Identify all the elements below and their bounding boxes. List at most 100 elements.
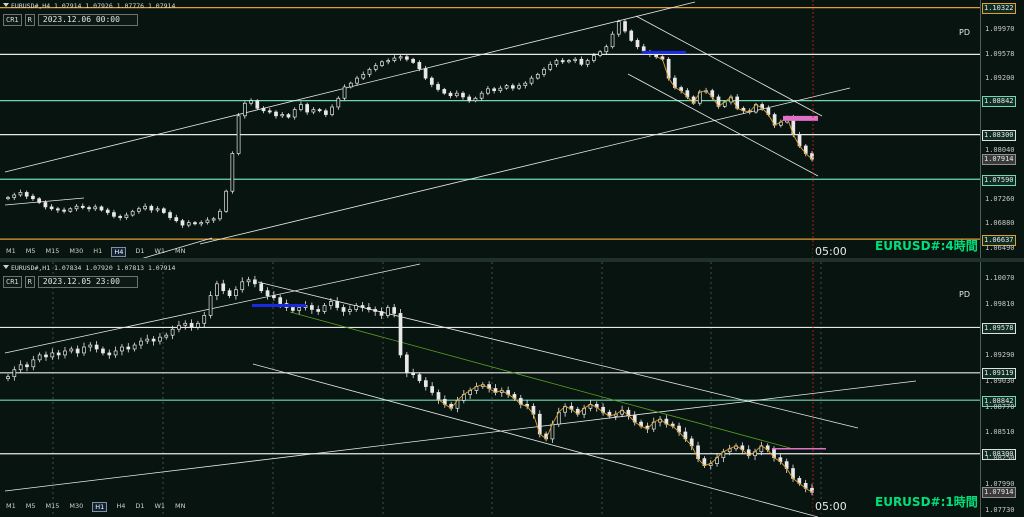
timeframe-button-h4[interactable]: H4 bbox=[115, 502, 126, 512]
r-button[interactable]: R bbox=[24, 276, 35, 288]
candle-body bbox=[386, 60, 391, 63]
candle-body bbox=[429, 77, 434, 85]
candle-body bbox=[234, 289, 238, 296]
candle-body bbox=[246, 279, 251, 283]
candle-body bbox=[69, 348, 74, 352]
candle-body bbox=[112, 212, 116, 217]
candle-body bbox=[579, 58, 584, 65]
price-tick-label: 1.08510 bbox=[985, 428, 1015, 437]
timeframe-button-m5[interactable]: M5 bbox=[25, 247, 37, 257]
timeframe-button-m5[interactable]: M5 bbox=[25, 502, 37, 512]
timeframe-button-mn[interactable]: MN bbox=[174, 502, 186, 512]
candle-body bbox=[405, 56, 409, 60]
candle-body bbox=[132, 344, 137, 350]
candle-body bbox=[404, 354, 409, 374]
candle-body bbox=[49, 206, 54, 210]
chart-plot-area[interactable] bbox=[0, 0, 980, 258]
candle-body bbox=[56, 352, 61, 356]
candle-body bbox=[44, 354, 48, 358]
price-tick-label: 1.09030 bbox=[985, 377, 1015, 386]
candle-body bbox=[341, 307, 346, 312]
dropdown-triangle-icon[interactable] bbox=[3, 3, 9, 7]
candle-body bbox=[31, 195, 35, 200]
candle-body bbox=[360, 305, 365, 308]
price-tick-label: 1.09810 bbox=[985, 300, 1015, 309]
candle-body bbox=[180, 220, 185, 226]
timeframe-button-h1[interactable]: H1 bbox=[92, 247, 103, 257]
candle-body bbox=[567, 60, 571, 63]
timeframe-button-m15[interactable]: M15 bbox=[45, 247, 61, 257]
date-field[interactable]: 2023.12.06 00:00 bbox=[37, 14, 138, 26]
candle-body bbox=[379, 311, 384, 316]
candle-body bbox=[336, 97, 341, 108]
price-tick-label: 1.08250 bbox=[985, 454, 1015, 463]
cr-button[interactable]: CR1 bbox=[3, 14, 22, 26]
price-tick-label: 1.07914 bbox=[982, 487, 1016, 499]
pd-label: PD bbox=[959, 28, 970, 37]
chart-pane-h4[interactable]: EURUSD#,H4 1.07914 1.07926 1.07776 1.079… bbox=[0, 0, 1024, 258]
timeframe-button-m30[interactable]: M30 bbox=[68, 502, 84, 512]
candle-body bbox=[380, 61, 384, 66]
price-axis[interactable]: 1.10322 1.09970 1.09578 1.09200 1.08842 1.083… bbox=[980, 0, 1024, 258]
candle-body bbox=[240, 281, 245, 291]
candle-body bbox=[186, 222, 191, 226]
candle-body bbox=[486, 88, 490, 94]
candle-body bbox=[259, 283, 264, 292]
chart-canvas[interactable] bbox=[0, 262, 980, 517]
chart-plot-area[interactable] bbox=[0, 262, 980, 517]
timeframe-button-h4[interactable]: H4 bbox=[111, 247, 127, 257]
candle-body bbox=[498, 87, 503, 92]
price-axis[interactable]: 1.10070 1.09810 1.09578 1.09290 1.09119 1.090… bbox=[980, 262, 1024, 517]
candle-body bbox=[355, 77, 359, 84]
timeframe-button-d1[interactable]: D1 bbox=[134, 502, 145, 512]
candle-body bbox=[623, 21, 627, 32]
candle-body bbox=[461, 92, 465, 98]
dropdown-triangle-icon[interactable] bbox=[3, 265, 9, 269]
candle-body bbox=[227, 290, 232, 296]
date-toolbar: CR1 R 2023.12.05 23:00 bbox=[3, 276, 138, 288]
candle-body bbox=[322, 305, 327, 312]
candle-body bbox=[230, 153, 235, 192]
candle-body bbox=[145, 338, 150, 342]
candle-body bbox=[604, 46, 609, 53]
candle-body bbox=[291, 307, 295, 311]
candle-body bbox=[18, 364, 23, 371]
timeframe-button-m15[interactable]: M15 bbox=[45, 502, 61, 512]
candle-body bbox=[548, 63, 553, 70]
chart-canvas[interactable] bbox=[0, 0, 980, 258]
timeframe-button-m1[interactable]: M1 bbox=[5, 502, 17, 512]
candle-body bbox=[94, 344, 99, 350]
candle-body bbox=[535, 74, 540, 79]
candle-body bbox=[361, 74, 366, 79]
timeframe-button-mn[interactable]: MN bbox=[174, 247, 186, 257]
price-tick-label: 1.06880 bbox=[985, 219, 1015, 228]
candle-body bbox=[411, 372, 416, 376]
timeframe-button-d1[interactable]: D1 bbox=[134, 247, 145, 257]
candle-body bbox=[542, 68, 546, 75]
candle-body bbox=[504, 85, 509, 89]
date-field[interactable]: 2023.12.05 23:00 bbox=[37, 276, 138, 288]
timeframe-button-m30[interactable]: M30 bbox=[68, 247, 84, 257]
ohlc-readout: EURUSD#,H4 1.07914 1.07926 1.07776 1.079… bbox=[11, 2, 176, 10]
candle-body bbox=[467, 96, 472, 102]
candle-body bbox=[62, 209, 66, 212]
timeframe-button-m1[interactable]: M1 bbox=[5, 247, 17, 257]
timeframe-button-w1[interactable]: W1 bbox=[153, 502, 166, 512]
candle-body bbox=[367, 68, 372, 75]
chart-pane-h1[interactable]: EURUSD#,H1 1.07834 1.07920 1.07813 1.079… bbox=[0, 262, 1024, 517]
candle-body bbox=[417, 374, 422, 381]
candle-body bbox=[430, 386, 435, 393]
price-tick-label: 1.09578 bbox=[985, 49, 1015, 58]
timeframe-button-w1[interactable]: W1 bbox=[153, 247, 166, 257]
r-button[interactable]: R bbox=[24, 14, 35, 26]
price-tick-label: 1.07914 bbox=[982, 154, 1016, 166]
candle-body bbox=[411, 58, 415, 63]
timeframe-button-h1[interactable]: H1 bbox=[92, 502, 108, 512]
candle-body bbox=[261, 107, 266, 112]
cr-button[interactable]: CR1 bbox=[3, 276, 22, 288]
candle-body bbox=[310, 305, 314, 310]
candle-body bbox=[610, 33, 615, 48]
candle-body bbox=[398, 56, 403, 59]
candle-body bbox=[242, 102, 247, 117]
price-tick-label: 1.09970 bbox=[985, 25, 1015, 34]
